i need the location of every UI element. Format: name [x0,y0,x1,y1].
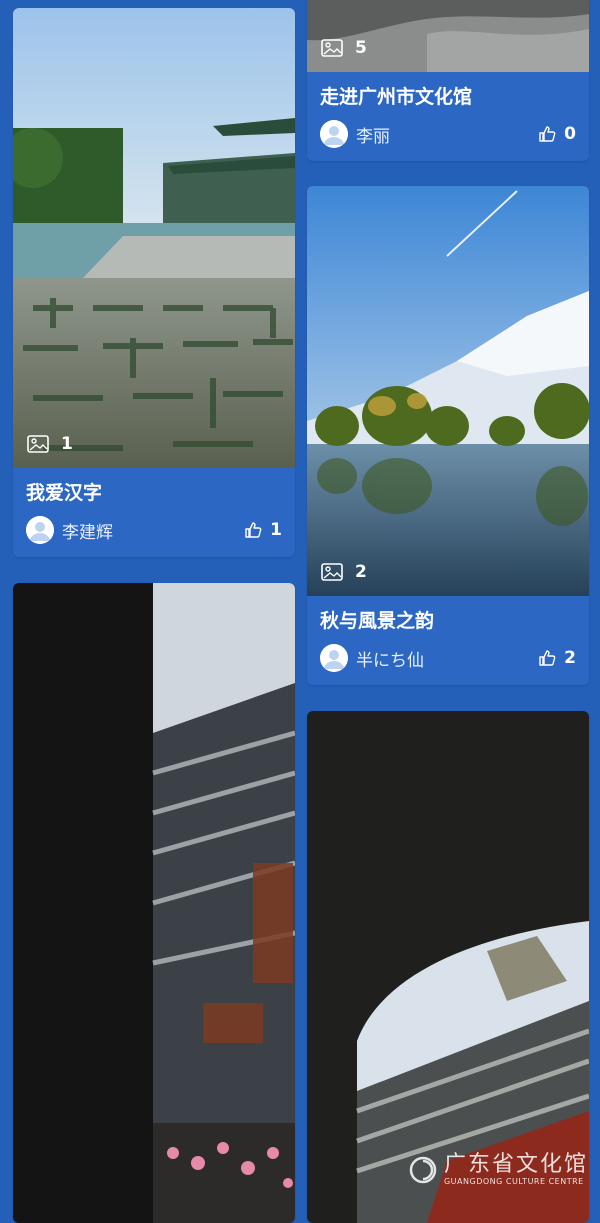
culture-centre-logo-icon [409,1156,437,1184]
like-button[interactable]: 0 [538,124,576,144]
post-card-culture-center[interactable]: 5 走进广州市文化馆 李丽 0 [307,0,589,161]
author-name: 李丽 [356,126,390,147]
post-photo[interactable] [307,711,589,1223]
post-card-temple-roof[interactable] [13,583,295,1223]
avatar-icon [26,516,54,544]
image-count: 5 [355,38,367,58]
post-title[interactable]: 走进广州市文化馆 [320,84,576,110]
post-photo[interactable]: 5 [307,0,589,72]
avatar-icon [320,644,348,672]
lake-mountain-image [307,186,589,596]
image-icon [27,435,49,453]
watermark-en: GUANGDONG CULTURE CENTRE [443,1177,584,1186]
image-count-badge: 1 [27,434,73,454]
image-icon [321,563,343,581]
like-button[interactable]: 2 [538,648,576,668]
author[interactable]: 李建辉 [26,516,113,544]
author-name: 李建辉 [62,522,113,543]
like-count: 2 [564,648,576,668]
thumbs-up-icon [245,522,262,538]
like-count: 1 [270,520,282,540]
temple-arch-image [307,711,589,1223]
watermark-cn: 广东省文化馆 [443,1152,588,1177]
post-card-temple-arch[interactable] [307,711,589,1223]
like-count: 0 [564,124,576,144]
post-photo[interactable]: 2 [307,186,589,596]
post-title[interactable]: 我爱汉字 [26,480,282,506]
post-photo[interactable] [13,583,295,1223]
author[interactable]: 半にち仙 [320,644,424,672]
hanzi-plaza-image [13,8,295,468]
image-count-badge: 2 [321,562,367,582]
post-photo[interactable]: 1 [13,8,295,468]
site-watermark: 广东省文化馆 GUANGDONG CULTURE CENTRE [408,1154,588,1186]
author-name: 半にち仙 [356,650,424,671]
stone-wall-image [307,0,589,72]
post-title[interactable]: 秋与風景之韵 [320,608,576,634]
thumbs-up-icon [539,650,556,666]
temple-roof-image [13,583,295,1223]
post-card-hanzi[interactable]: 1 我爱汉字 李建辉 1 [13,8,295,557]
image-count-badge: 5 [321,38,367,58]
avatar-icon [320,120,348,148]
post-card-autumn[interactable]: 2 秋与風景之韵 半にち仙 2 [307,186,589,685]
image-count: 2 [355,562,367,582]
like-button[interactable]: 1 [244,520,282,540]
image-icon [321,39,343,57]
author[interactable]: 李丽 [320,120,390,148]
thumbs-up-icon [539,126,556,142]
image-count: 1 [61,434,73,454]
